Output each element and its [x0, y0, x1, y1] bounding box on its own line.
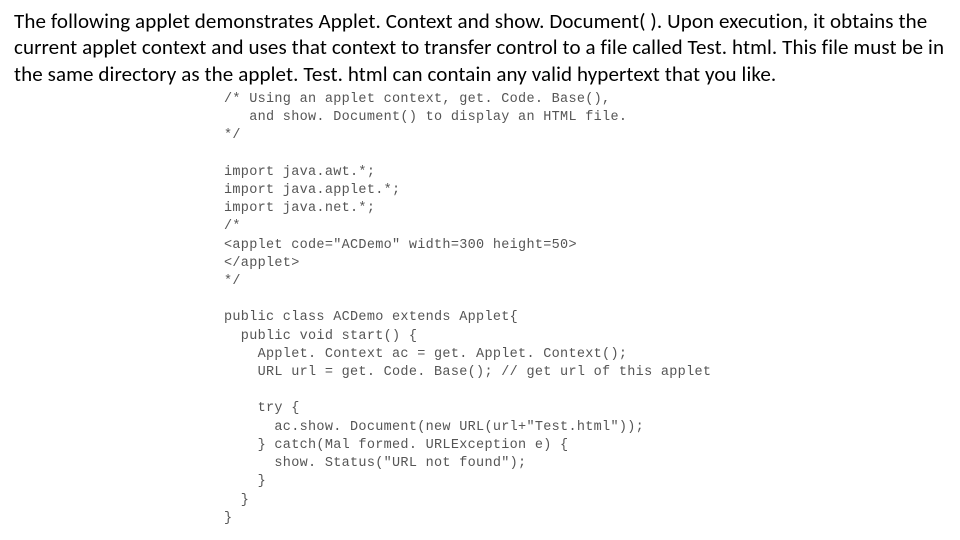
- code-block: /* Using an applet context, get. Code. B…: [224, 91, 946, 528]
- intro-paragraph: The following applet demonstrates Applet…: [14, 8, 946, 87]
- code-block-wrap: /* Using an applet context, get. Code. B…: [224, 91, 946, 528]
- document-page: The following applet demonstrates Applet…: [0, 0, 960, 528]
